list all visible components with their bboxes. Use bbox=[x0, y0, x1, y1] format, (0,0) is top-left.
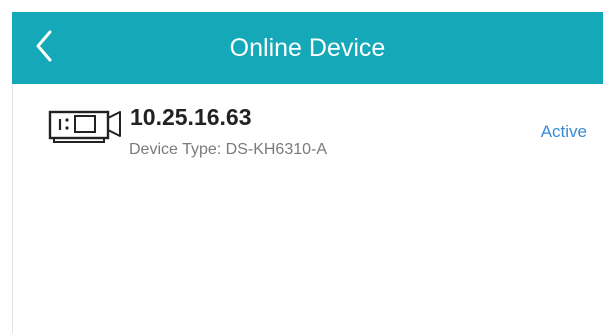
camera-device-icon bbox=[48, 110, 121, 143]
device-ip: 10.25.16.63 bbox=[130, 104, 252, 130]
device-list-item[interactable]: 10.25.16.63 Device Type: DS-KH6310-A Act… bbox=[12, 84, 603, 184]
status-badge: Active bbox=[540, 122, 587, 141]
page-title: Online Device bbox=[229, 34, 386, 62]
status-strip bbox=[0, 0, 603, 12]
nav-header: Online Device bbox=[12, 12, 603, 84]
device-type-label: Device Type: DS-KH6310-A bbox=[129, 141, 328, 158]
